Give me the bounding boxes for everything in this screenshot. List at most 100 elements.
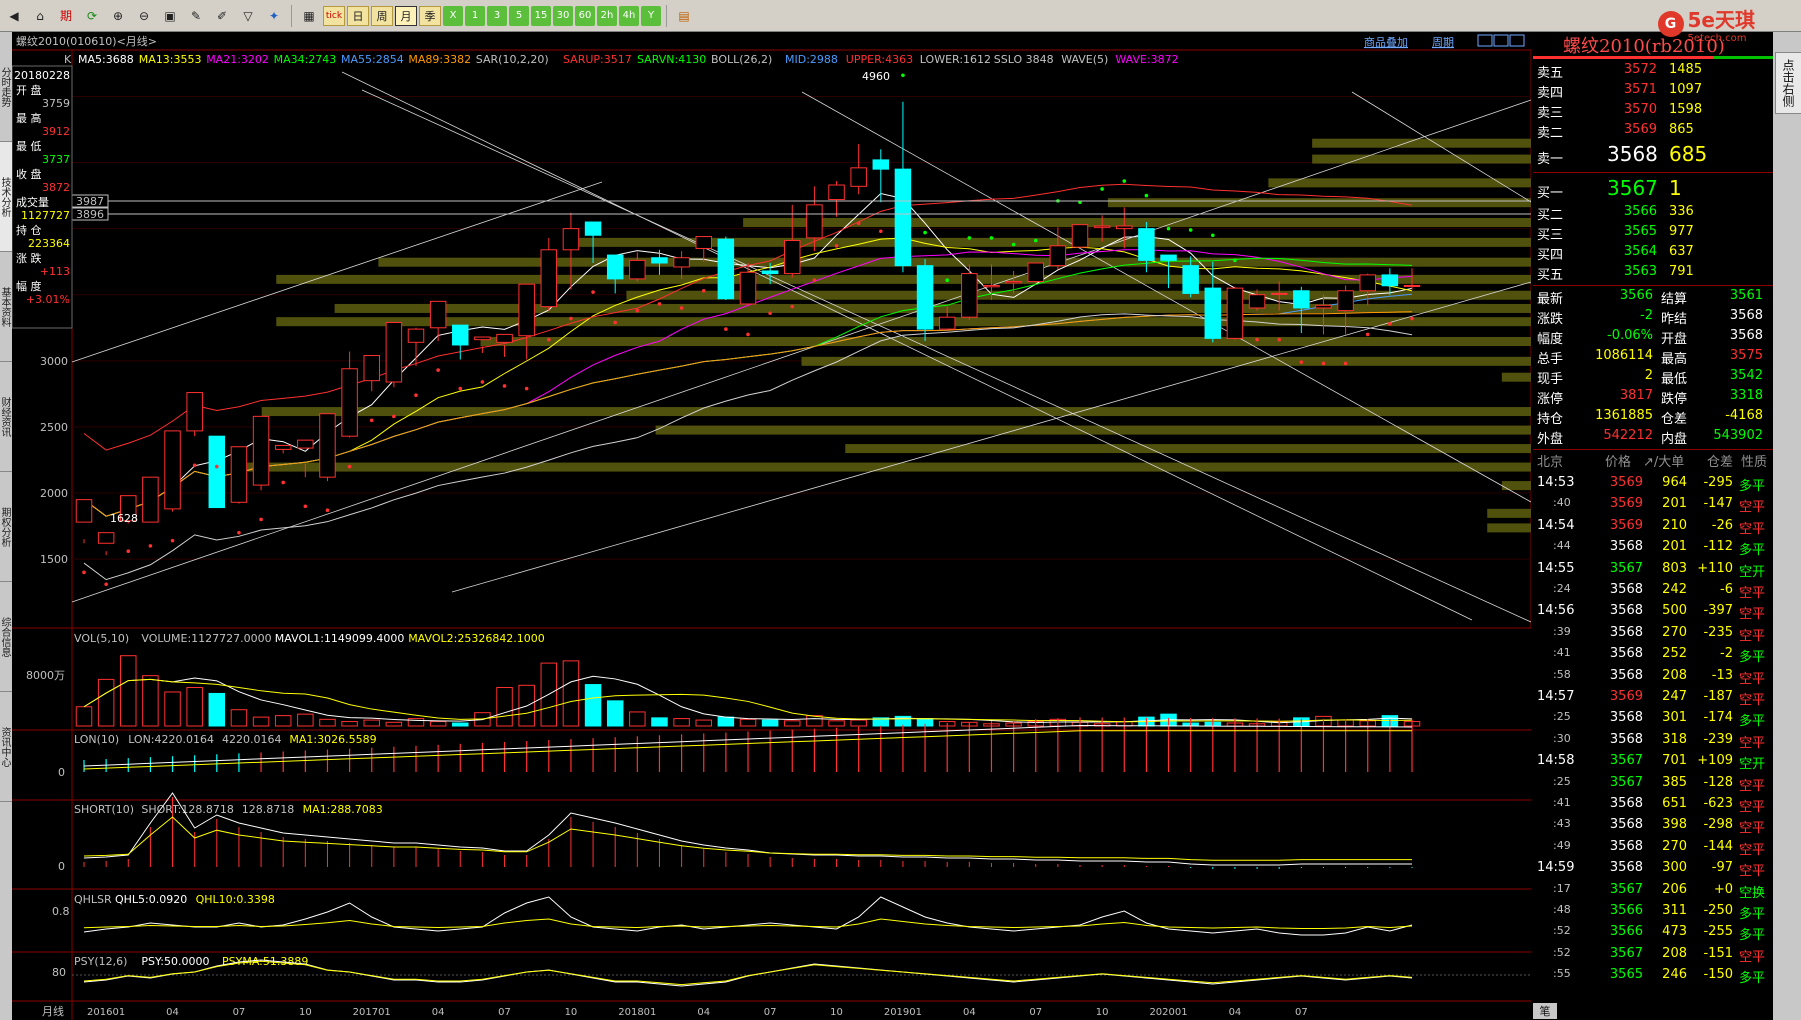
bid-row-1[interactable]: 买一 3567 1: [1533, 176, 1773, 204]
brush-icon[interactable]: ✐: [210, 4, 234, 28]
bid-volume: 1: [1669, 176, 1682, 200]
sar-dot: [126, 549, 131, 553]
tick-oi-change: -13: [1711, 667, 1733, 683]
stat-value: 3817: [1619, 388, 1653, 403]
price-axis-tick: 3000: [40, 355, 68, 368]
stat-label: 总手: [1537, 352, 1564, 367]
tick-volume: 701: [1662, 753, 1687, 769]
tick-oi-change: -187: [1703, 689, 1733, 704]
tick-row: :17 3567 206 +0 空换: [1533, 880, 1773, 901]
bid-row-5[interactable]: 买五 3563 791: [1533, 264, 1773, 284]
candle-body: [363, 355, 380, 382]
maHeader-item: MA34:2743: [274, 53, 337, 66]
table-icon[interactable]: ▦: [297, 4, 321, 28]
period-menu-link[interactable]: 周期: [1432, 36, 1454, 49]
hour-4-button[interactable]: 4h: [619, 5, 639, 26]
sar-dot: [1365, 332, 1370, 337]
tick-oi-change: -235: [1703, 624, 1733, 640]
minute-5-button[interactable]: 5: [509, 5, 529, 26]
back-icon[interactable]: ◀: [2, 4, 26, 28]
left-tab-center[interactable]: 资讯中心: [0, 692, 12, 802]
window-icon[interactable]: ▣: [158, 4, 182, 28]
volume-bar: [717, 716, 735, 727]
left-tab-options[interactable]: 期权分析: [0, 472, 12, 582]
bid-row-3[interactable]: 买三 3565 977: [1533, 224, 1773, 244]
price-axis-tick: 1500: [40, 553, 68, 566]
filter-icon[interactable]: ▽: [236, 4, 260, 28]
left-tab-info[interactable]: 综合信息: [0, 582, 12, 692]
tick-time: :44: [1553, 539, 1571, 553]
tick-price: 3568: [1609, 817, 1643, 833]
kline-chart[interactable]: 螺纹2010(010610)<月线> 商品叠加 周期 K MA5:3688 MA13…: [12, 32, 1531, 1020]
ask-row-2[interactable]: 卖二 3569 865: [1533, 122, 1773, 142]
period-quarter-button[interactable]: 季: [419, 5, 441, 26]
tick-header-price: 价格: [1605, 455, 1632, 470]
period-day-button[interactable]: 日: [347, 5, 369, 26]
left-tab-intraday[interactable]: 分时走势: [0, 32, 12, 142]
stats-row: 总手 1086114 最高 3575: [1533, 348, 1773, 368]
ask-row-3[interactable]: 卖三 3570 1598: [1533, 102, 1773, 122]
period-custom-button[interactable]: X: [443, 5, 463, 26]
zoom-out-icon[interactable]: ⊖: [132, 4, 156, 28]
sar-dot: [701, 288, 706, 293]
tick-row: 14:56 3568 500 -397 空平: [1533, 601, 1773, 622]
tick-volume: 301: [1662, 710, 1687, 726]
left-tab-technical[interactable]: 技术分析: [0, 142, 12, 252]
volume-profile-band: [1487, 508, 1531, 518]
minute-60-button[interactable]: 60: [575, 5, 595, 26]
ask-row-5[interactable]: 卖五 3572 1485: [1533, 62, 1773, 82]
sar-dot: [458, 386, 463, 391]
minute-3-button[interactable]: 3: [487, 5, 507, 26]
right-edge-tab[interactable]: 点击右侧: [1775, 52, 1801, 114]
candle-body: [1315, 304, 1332, 309]
tick-type: 空平: [1739, 778, 1766, 794]
minute-30-button[interactable]: 30: [553, 5, 573, 26]
time-axis-label: 07: [1295, 1007, 1308, 1018]
ask-price: 3570: [1623, 102, 1657, 117]
minute-15-button[interactable]: 15: [531, 5, 551, 26]
left-tab-news[interactable]: 财经资讯: [0, 362, 12, 472]
tick-header-type: 性质: [1741, 455, 1768, 470]
ask-price: 3572: [1623, 62, 1657, 77]
period-month-button[interactable]: 月: [395, 5, 417, 26]
ask-row-4[interactable]: 卖四 3571 1097: [1533, 82, 1773, 102]
tick-oi-change: -112: [1703, 539, 1733, 555]
volume-bar: [496, 687, 513, 727]
time-axis-label: 10: [830, 1007, 843, 1018]
period-tick-button[interactable]: tick: [323, 5, 345, 26]
stat-value: 1086114: [1595, 348, 1653, 363]
newsflash-icon[interactable]: ✦: [262, 4, 286, 28]
tick-time: :17: [1553, 881, 1571, 895]
time-axis-label: 04: [697, 1007, 710, 1018]
tick-volume: 247: [1662, 689, 1687, 704]
volHeader-item: MAVOL2:25326842.1000: [408, 632, 545, 645]
stat-value: 3568: [1729, 328, 1763, 343]
tick-tab[interactable]: 笔: [1533, 1003, 1557, 1019]
ask-row-1[interactable]: 卖一 3568 685: [1533, 142, 1773, 170]
tick-price: 3567: [1609, 560, 1643, 576]
bid-label: 买二: [1537, 208, 1564, 223]
sar-dot: [923, 230, 927, 235]
year-button[interactable]: Y: [641, 5, 661, 26]
tick-price: 3568: [1609, 582, 1643, 597]
zoom-in-icon[interactable]: ⊕: [106, 4, 130, 28]
refresh-icon[interactable]: ⟳: [80, 4, 104, 28]
home-icon[interactable]: ⌂: [28, 4, 52, 28]
sar-dot: [1188, 228, 1193, 232]
left-tab-basic[interactable]: 基本资料: [0, 252, 12, 362]
minute-1-button[interactable]: 1: [465, 5, 485, 26]
volume-profile-band: [1107, 198, 1531, 208]
draw-icon[interactable]: ✎: [184, 4, 208, 28]
info-box-label: 收 盘: [16, 167, 42, 181]
hour-2-button[interactable]: 2h: [597, 5, 617, 26]
calculator-icon[interactable]: ▤: [672, 4, 696, 28]
tick-price: 3569: [1609, 517, 1643, 533]
bid-row-4[interactable]: 买四 3564 637: [1533, 244, 1773, 264]
stats-row: 最新 3566 结算 3561: [1533, 288, 1773, 308]
overlay-commodity-link[interactable]: 商品叠加: [1364, 35, 1408, 49]
futures-icon[interactable]: 期: [54, 4, 78, 28]
period-week-button[interactable]: 周: [371, 5, 393, 26]
kline-chart-area[interactable]: 螺纹2010(010610)<月线> 商品叠加 周期 K MA5:3688 MA13…: [12, 32, 1531, 1020]
sar-dot: [1144, 193, 1149, 198]
bid-row-2[interactable]: 买二 3566 336: [1533, 204, 1773, 224]
